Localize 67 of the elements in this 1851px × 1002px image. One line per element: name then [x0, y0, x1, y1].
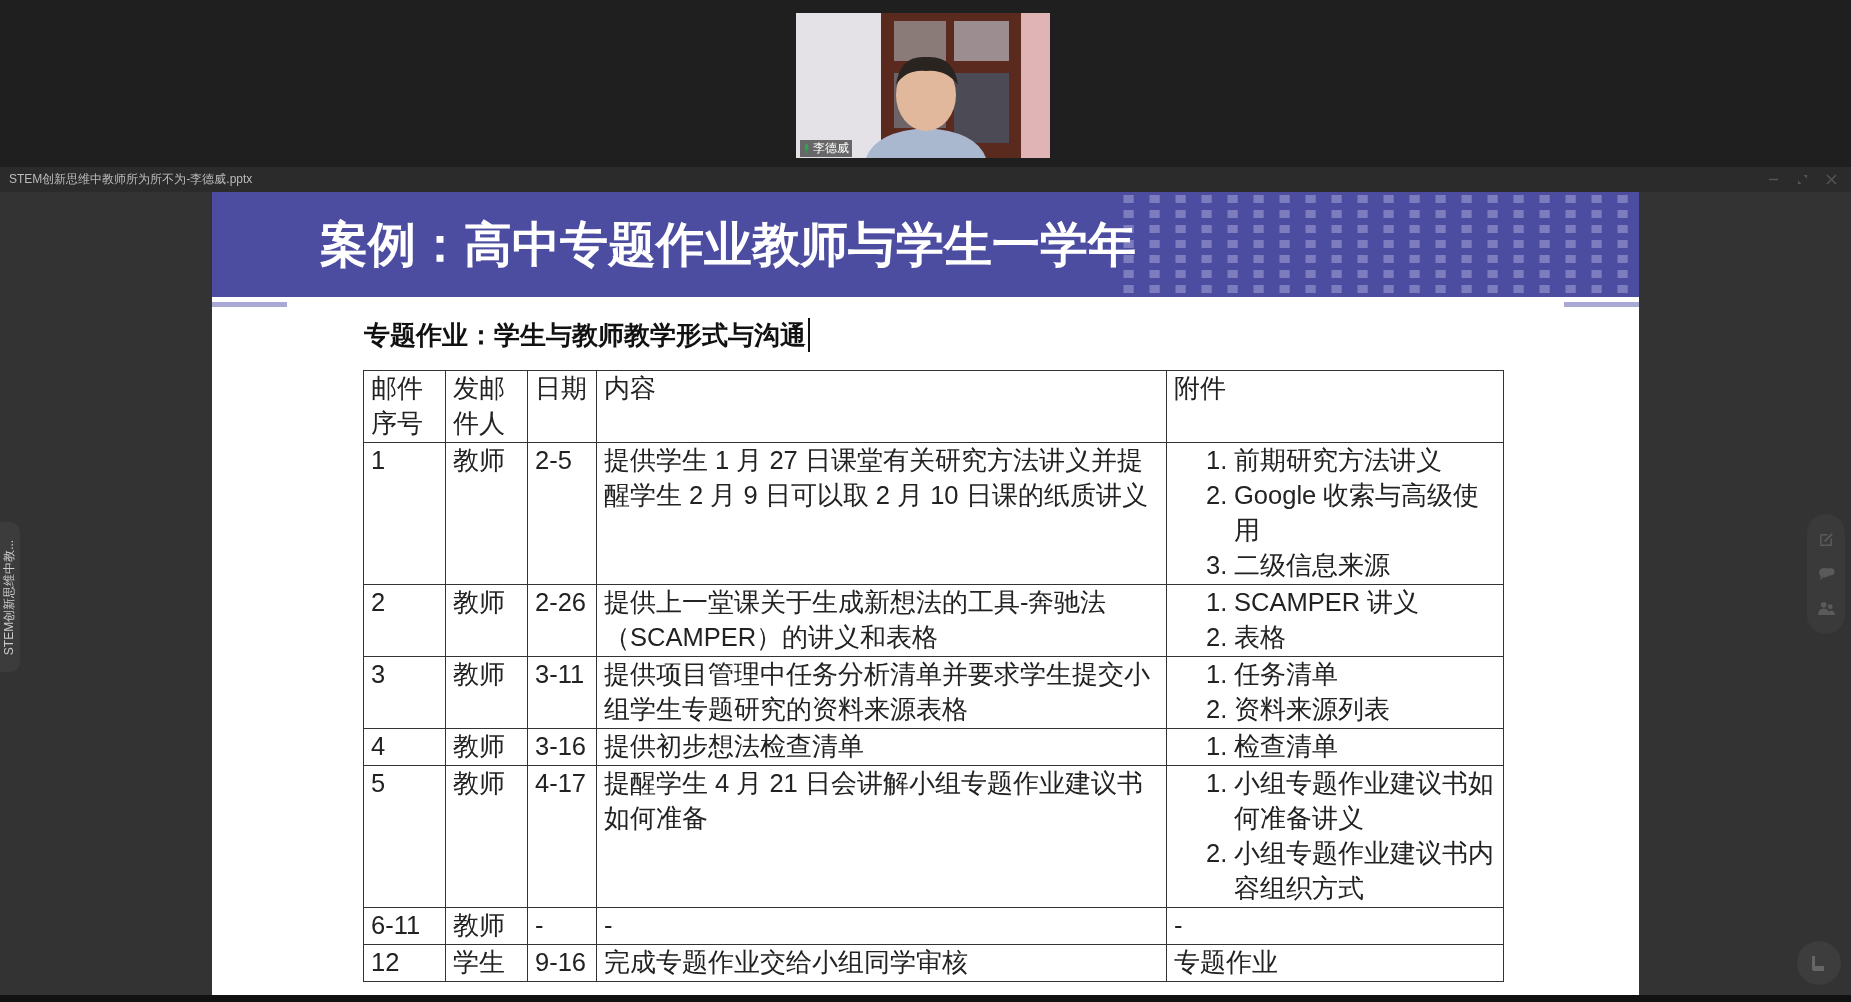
- table-cell: 提供项目管理中任务分析清单并要求学生提交小组学生专题研究的资料来源表格: [596, 656, 1167, 729]
- people-icon[interactable]: [1817, 601, 1835, 617]
- restore-icon[interactable]: [1797, 174, 1808, 185]
- attachment-item: 专题作业: [1174, 948, 1278, 976]
- table-cell: -: [596, 907, 1167, 945]
- list-number: 2.: [1206, 694, 1229, 725]
- table-cell: 教师: [445, 728, 528, 766]
- window-title: STEM创新思维中教师所为所不为-李德威.pptx: [9, 171, 253, 188]
- table-cell: -: [527, 907, 597, 945]
- participant-name: 李德威: [813, 140, 849, 157]
- table-cell: 3-11: [527, 656, 597, 729]
- column-header: 附件: [1166, 370, 1504, 443]
- table-cell: 5: [363, 765, 446, 908]
- table-cell: 3: [363, 656, 446, 729]
- list-number: 2.: [1206, 838, 1229, 869]
- table-cell: 4: [363, 728, 446, 766]
- table-cell: 9-16: [527, 944, 597, 982]
- attachment-item: 任务清单: [1234, 659, 1338, 690]
- hand-raise-button[interactable]: [1797, 941, 1841, 985]
- table-cell: 2-26: [527, 584, 597, 657]
- chat-icon[interactable]: [1817, 566, 1835, 582]
- attachment-item: 前期研究方法讲义: [1234, 445, 1442, 476]
- column-header: 发邮件人: [445, 370, 528, 443]
- table-cell: 1: [363, 442, 446, 585]
- list-number: 2.: [1206, 480, 1229, 511]
- column-header: 日期: [527, 370, 597, 443]
- table-cell: 12: [363, 944, 446, 982]
- list-number: 1.: [1206, 445, 1229, 476]
- list-number: 1.: [1206, 659, 1229, 690]
- table-cell: 提供上一堂课关于生成新想法的工具-奔驰法（SCAMPER）的讲义和表格: [596, 584, 1167, 657]
- attachment-item: 资料来源列表: [1234, 694, 1390, 725]
- table-cell: 提供学生 1 月 27 日课堂有关研究方法讲义并提醒学生 2 月 9 日可以取 2 月 10 日课的纸质讲义: [596, 442, 1167, 585]
- table-cell: 学生: [445, 944, 528, 982]
- side-tab[interactable]: STEM创新思维中教...: [0, 522, 20, 672]
- attachment-item: 表格: [1234, 622, 1286, 653]
- attachment-item: 二级信息来源: [1234, 550, 1390, 581]
- table-cell: 完成专题作业交给小组同学审核: [596, 944, 1167, 982]
- table-cell: 教师: [445, 656, 528, 729]
- list-number: 1.: [1206, 768, 1229, 799]
- table-cell: 提供初步想法检查清单: [596, 728, 1167, 766]
- table-cell: 提醒学生 4 月 21 日会讲解小组专题作业建议书如何准备: [596, 765, 1167, 908]
- list-number: 1.: [1206, 587, 1229, 618]
- table-cell: 教师: [445, 765, 528, 908]
- table-cell: 2-5: [527, 442, 597, 585]
- table-cell: 教师: [445, 442, 528, 585]
- slide-title: 案例：高中专题作业教师与学生一学年: [320, 216, 1136, 273]
- list-number: 2.: [1206, 622, 1229, 653]
- table-cell: 教师: [445, 584, 528, 657]
- table-cell: 4-17: [527, 765, 597, 908]
- table-cell: 2: [363, 584, 446, 657]
- close-icon[interactable]: [1826, 174, 1837, 185]
- attachment-item: 小组专题作业建议书内容组织方式: [1234, 838, 1495, 904]
- attachment-item: Google 收索与高级使用: [1234, 480, 1481, 546]
- attachment-item: 小组专题作业建议书如何准备讲义: [1234, 768, 1495, 834]
- edit-icon[interactable]: [1817, 531, 1835, 547]
- attachment-item: 检查清单: [1234, 731, 1338, 762]
- table-cell: 6-11: [363, 907, 446, 945]
- attachment-item: SCAMPER 讲义: [1234, 587, 1420, 618]
- table-cell: 教师: [445, 907, 528, 945]
- list-number: 1.: [1206, 731, 1229, 762]
- column-header: 邮件序号: [363, 370, 446, 443]
- list-number: 3.: [1206, 550, 1229, 581]
- text-cursor: [808, 318, 810, 352]
- column-header: 内容: [596, 370, 1167, 443]
- table-cell: 3-16: [527, 728, 597, 766]
- attachment-item: -: [1174, 911, 1183, 939]
- slide-subtitle: 专题作业：学生与教师教学形式与沟通: [364, 318, 806, 352]
